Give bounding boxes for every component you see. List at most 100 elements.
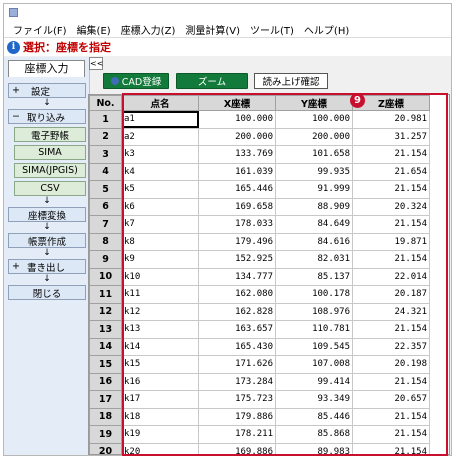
coord-convert-button[interactable]: 座標変換 [8,207,86,222]
z-cell[interactable]: 21.154 [352,407,430,426]
y-cell[interactable]: 82.031 [275,250,353,269]
x-cell[interactable]: 175.723 [198,390,276,409]
y-cell[interactable]: 101.658 [275,145,353,164]
z-cell[interactable]: 20.187 [352,285,430,304]
point-name-cell[interactable]: k4 [121,162,199,181]
point-name-cell[interactable]: k20 [121,442,199,454]
table-row[interactable]: 1 a1 100.000 100.000 20.981 [89,110,430,129]
z-cell[interactable]: 21.154 [352,250,430,269]
point-name-cell[interactable]: k7 [121,215,199,234]
z-cell[interactable]: 20.198 [352,355,430,374]
point-name-cell[interactable]: k16 [121,372,199,391]
table-row[interactable]: 8 k8 179.496 84.616 19.871 [89,232,430,251]
y-cell[interactable]: 99.414 [275,372,353,391]
x-cell[interactable]: 163.657 [198,320,276,339]
report-button[interactable]: 帳票作成 [8,233,86,248]
y-cell[interactable]: 99.935 [275,162,353,181]
point-name-cell[interactable]: k11 [121,285,199,304]
y-cell[interactable]: 89.983 [275,442,353,454]
table-row[interactable]: 19 k19 178.211 85.868 21.154 [89,425,430,444]
x-cell[interactable]: 179.496 [198,232,276,251]
z-cell[interactable]: 20.324 [352,197,430,216]
z-cell[interactable]: 22.014 [352,267,430,286]
header-x[interactable]: X座標 [198,95,276,111]
x-cell[interactable]: 179.886 [198,407,276,426]
import-csv-button[interactable]: CSV [14,181,86,196]
y-cell[interactable]: 85.137 [275,267,353,286]
x-cell[interactable]: 152.925 [198,250,276,269]
point-name-cell[interactable]: k9 [121,250,199,269]
import-button[interactable]: − 取り込み [8,109,86,124]
y-cell[interactable]: 85.446 [275,407,353,426]
point-name-cell[interactable]: k12 [121,302,199,321]
table-row[interactable]: 3 k3 133.769 101.658 21.154 [89,145,430,164]
menu-file[interactable]: ファイル(F) [8,22,72,37]
x-cell[interactable]: 133.769 [198,145,276,164]
table-row[interactable]: 13 k13 163.657 110.781 21.154 [89,320,430,339]
z-cell[interactable]: 21.154 [352,145,430,164]
y-cell[interactable]: 88.909 [275,197,353,216]
x-cell[interactable]: 134.777 [198,267,276,286]
z-cell[interactable]: 21.654 [352,162,430,181]
point-name-cell[interactable]: k10 [121,267,199,286]
y-cell[interactable]: 93.349 [275,390,353,409]
tab-coord-input[interactable]: 座標入力 [8,60,85,77]
header-point-name[interactable]: 点名 [121,95,199,111]
z-cell[interactable]: 31.257 [352,127,430,146]
y-cell[interactable]: 91.999 [275,180,353,199]
table-row[interactable]: 12 k12 162.828 108.976 24.321 [89,302,430,321]
y-cell[interactable]: 110.781 [275,320,353,339]
menu-edit[interactable]: 編集(E) [72,22,116,37]
point-name-cell[interactable]: a2 [121,127,199,146]
import-sima-button[interactable]: SIMA [14,145,86,160]
x-cell[interactable]: 162.828 [198,302,276,321]
z-cell[interactable]: 19.871 [352,232,430,251]
cad-register-button[interactable]: CAD登録 [103,73,169,89]
table-row[interactable]: 15 k15 171.626 107.008 20.198 [89,355,430,374]
import-field-book-button[interactable]: 電子野帳 [14,127,86,142]
collapse-panel-button[interactable]: << [89,57,103,70]
x-cell[interactable]: 161.039 [198,162,276,181]
x-cell[interactable]: 169.658 [198,197,276,216]
z-cell[interactable]: 20.981 [352,110,430,129]
coordinate-grid[interactable]: No. 点名 X座標 Y座標 Z座標 1 a1 100.000 100.000 20.9… [88,94,450,455]
table-row[interactable]: 7 k7 178.033 84.649 21.154 [89,215,430,234]
y-cell[interactable]: 109.545 [275,337,353,356]
z-cell[interactable]: 21.154 [352,320,430,339]
menu-help[interactable]: ヘルプ(H) [299,22,354,37]
point-name-cell[interactable]: k3 [121,145,199,164]
x-cell[interactable]: 162.080 [198,285,276,304]
table-row[interactable]: 20 k20 169.886 89.983 21.154 [89,442,430,454]
z-cell[interactable]: 21.154 [352,425,430,444]
read-aloud-check-button[interactable]: 読み上げ確認 [254,73,328,89]
menu-coord-input[interactable]: 座標入力(Z) [116,22,181,37]
menu-tools[interactable]: ツール(T) [245,22,299,37]
y-cell[interactable]: 100.178 [275,285,353,304]
y-cell[interactable]: 107.008 [275,355,353,374]
z-cell[interactable]: 22.357 [352,337,430,356]
table-row[interactable]: 2 a2 200.000 200.000 31.257 [89,127,430,146]
x-cell[interactable]: 169.886 [198,442,276,454]
close-button[interactable]: 閉じる [8,285,86,300]
x-cell[interactable]: 165.430 [198,337,276,356]
x-cell[interactable]: 173.284 [198,372,276,391]
zoom-button[interactable]: ズーム [176,73,248,89]
point-name-cell[interactable]: k19 [121,425,199,444]
point-name-cell[interactable]: k15 [121,355,199,374]
table-row[interactable]: 10 k10 134.777 85.137 22.014 [89,267,430,286]
point-name-cell[interactable]: k14 [121,337,199,356]
x-cell[interactable]: 100.000 [198,110,276,129]
z-cell[interactable]: 21.154 [352,180,430,199]
export-button[interactable]: + 書き出し [8,259,86,274]
table-row[interactable]: 16 k16 173.284 99.414 21.154 [89,372,430,391]
setting-button[interactable]: + 設定 [8,83,86,98]
point-name-cell[interactable]: k6 [121,197,199,216]
x-cell[interactable]: 200.000 [198,127,276,146]
import-sima-jpgis-button[interactable]: SIMA(JPGIS) [14,163,86,178]
table-row[interactable]: 14 k14 165.430 109.545 22.357 [89,337,430,356]
menu-survey-calc[interactable]: 測量計算(V) [180,22,245,37]
table-row[interactable]: 5 k5 165.446 91.999 21.154 [89,180,430,199]
y-cell[interactable]: 108.976 [275,302,353,321]
header-y[interactable]: Y座標 [275,95,353,111]
x-cell[interactable]: 178.211 [198,425,276,444]
